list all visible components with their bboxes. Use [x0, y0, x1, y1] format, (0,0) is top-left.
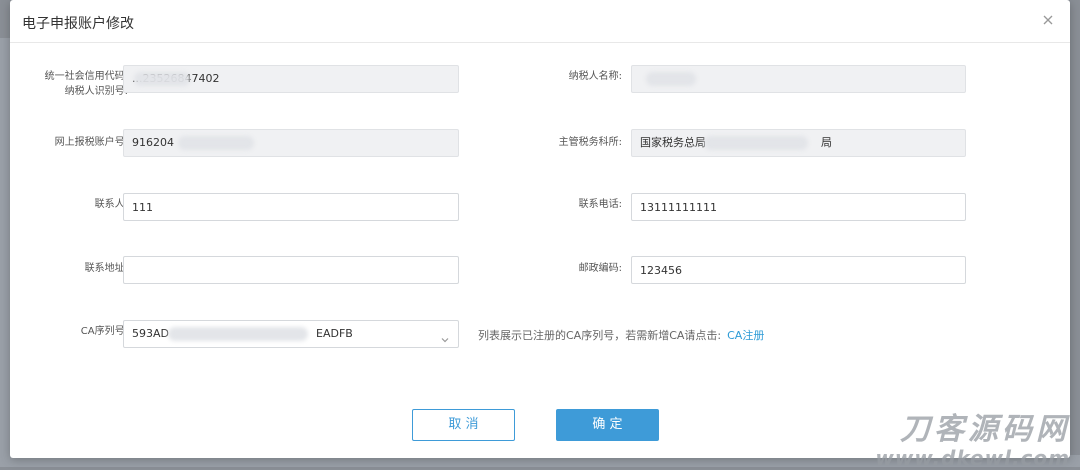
tax-office-value-prefix: 国家税务总局 [640, 136, 706, 149]
online-account-label: 网上报税账户号: [54, 137, 128, 148]
redaction-mask [178, 136, 254, 150]
credit-code-label: 统一社会信用代码/ 纳税人识别号: [26, 69, 128, 99]
dialog-header: 电子申报账户修改 [10, 0, 1070, 43]
phone-label: 联系电话: [578, 199, 622, 210]
contact-input[interactable] [123, 193, 459, 221]
address-input[interactable] [123, 256, 459, 284]
watermark-cn: 刀客源码网 [900, 412, 1070, 447]
phone-input[interactable] [631, 193, 966, 221]
close-icon[interactable] [1040, 12, 1056, 28]
contact-label: 联系人: [94, 199, 128, 210]
ca-serial-value-prefix: 593AD [132, 327, 169, 340]
tax-office-value-suffix: 局 [821, 136, 832, 149]
redaction-mask [168, 327, 308, 341]
ca-serial-value-suffix: EADFB [316, 327, 353, 340]
ca-serial-label: CA序列号: [80, 326, 128, 337]
account-edit-dialog: 电子申报账户修改 统一社会信用代码/ 纳税人识别号: ...2352684740… [10, 0, 1070, 458]
taxpayer-name-label: 纳税人名称: [568, 71, 622, 82]
redaction-mask [704, 136, 808, 150]
redaction-mask [646, 72, 696, 86]
ca-register-link[interactable]: CA注册 [727, 329, 764, 342]
watermark: 刀客源码网 www.dkewl.com [875, 404, 1070, 470]
cancel-button[interactable]: 取 消 [412, 409, 515, 441]
chevron-down-icon [440, 329, 450, 343]
redaction-mask [134, 72, 190, 86]
postcode-label: 邮政编码: [578, 263, 622, 274]
ca-hint-text: 列表展示已注册的CA序列号，若需新增CA请点击: [478, 329, 722, 342]
tax-office-label: 主管税务科所: [558, 137, 622, 148]
confirm-button[interactable]: 确 定 [556, 409, 659, 441]
postcode-input[interactable] [631, 256, 966, 284]
online-account-value: 916204 [132, 136, 174, 149]
address-label: 联系地址: [84, 263, 128, 274]
ca-hint: 列表展示已注册的CA序列号，若需新增CA请点击: CA注册 [478, 327, 764, 343]
dialog-title: 电子申报账户修改 [22, 16, 134, 32]
online-account-field[interactable]: 916204 [123, 129, 459, 157]
watermark-url: www.dkewl.com [875, 446, 1070, 470]
credit-code-label-line2: 纳税人识别号: [64, 86, 128, 97]
credit-code-label-line1: 统一社会信用代码/ [44, 71, 128, 82]
